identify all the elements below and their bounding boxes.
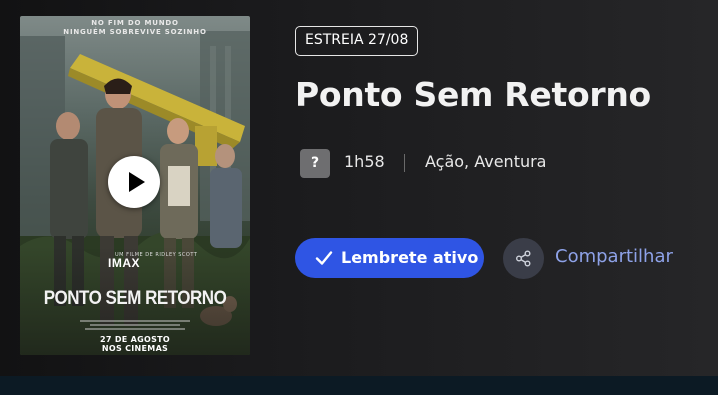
share-link[interactable]: Compartilhar xyxy=(555,246,673,267)
poster-title: PONTO SEM RETORNO xyxy=(43,286,227,309)
play-icon xyxy=(129,172,145,192)
bottom-bar xyxy=(0,376,718,395)
reminder-button[interactable]: Lembrete ativo xyxy=(295,238,484,278)
share-icon xyxy=(516,250,531,267)
check-icon xyxy=(315,251,333,265)
poster-tagline: NO FIM DO MUNDO xyxy=(91,19,179,27)
release-date-badge: ESTREIA 27/08 xyxy=(295,26,419,56)
poster-billing-block xyxy=(70,318,200,330)
share-button[interactable] xyxy=(503,238,544,279)
reminder-label: Lembrete ativo xyxy=(341,248,479,267)
movie-title: Ponto Sem Retorno xyxy=(295,75,651,114)
play-trailer-button[interactable] xyxy=(108,156,160,208)
movie-poster[interactable]: NO FIM DO MUNDO NINGUÉM SOBREVIVE SOZINH… xyxy=(20,16,250,355)
movie-genres: Ação, Aventura xyxy=(425,152,547,171)
poster-tagline-secondary: NINGUÉM SOBREVIVE SOZINHO xyxy=(63,28,207,36)
age-rating-badge: ? xyxy=(300,149,330,178)
poster-imax-logo: IMAX xyxy=(108,256,140,270)
meta-divider xyxy=(404,154,405,172)
poster-release-note: NOS CINEMAS xyxy=(101,344,169,353)
movie-duration: 1h58 xyxy=(344,152,385,171)
poster-release-date: 27 DE AGOSTO xyxy=(100,335,170,344)
